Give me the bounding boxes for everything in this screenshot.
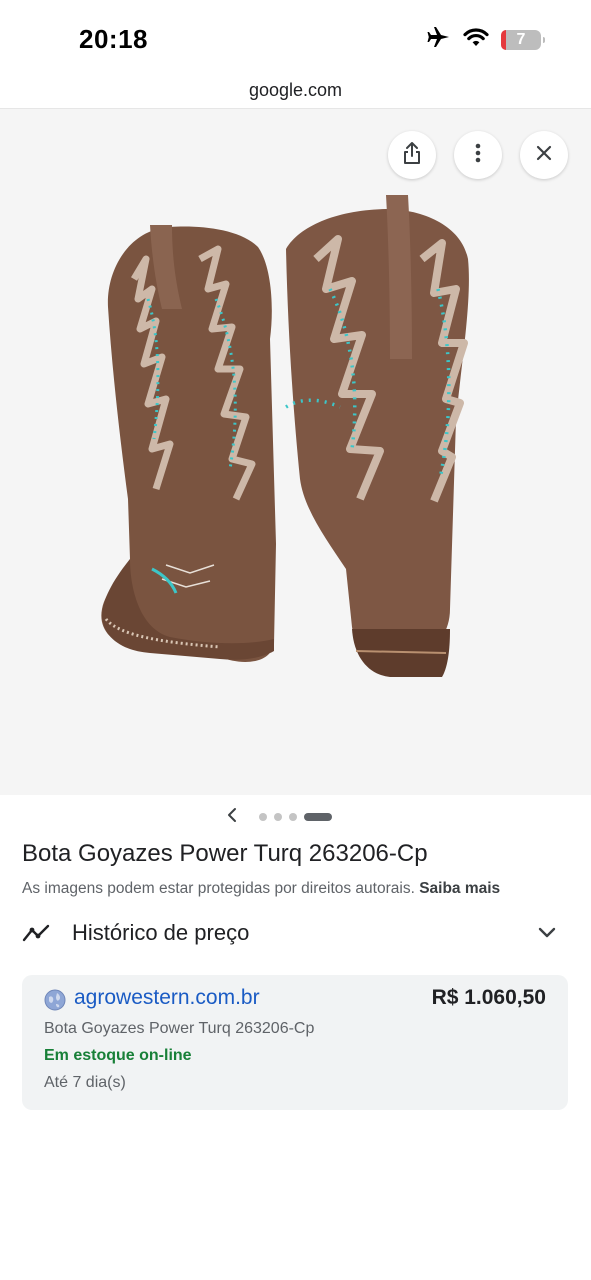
offer-card[interactable]: agrowestern.com.br R$ 1.060,50 Bota Goya… bbox=[22, 975, 568, 1110]
copyright-text: As imagens podem estar protegidas por di… bbox=[22, 880, 415, 897]
delivery-estimate: Até 7 dia(s) bbox=[44, 1074, 126, 1091]
carousel-dot[interactable] bbox=[274, 813, 282, 821]
airplane-icon bbox=[427, 26, 451, 53]
offer-price: R$ 1.060,50 bbox=[431, 986, 546, 1009]
copyright-notice: As imagens podem estar protegidas por di… bbox=[22, 880, 500, 898]
wifi-icon bbox=[463, 27, 489, 52]
more-icon bbox=[475, 143, 481, 168]
previous-image-button[interactable] bbox=[222, 806, 242, 828]
right-boot bbox=[285, 195, 469, 677]
chevron-down-icon[interactable] bbox=[536, 924, 558, 945]
url-bar[interactable]: google.com bbox=[0, 72, 591, 109]
product-title: Bota Goyazes Power Turq 263206-Cp bbox=[22, 840, 428, 867]
close-icon bbox=[536, 145, 552, 166]
chevron-left-icon bbox=[227, 807, 237, 828]
status-icons: 7 bbox=[427, 26, 545, 53]
carousel-dot[interactable] bbox=[259, 813, 267, 821]
globe-icon bbox=[44, 989, 66, 1016]
battery-level: 7 bbox=[516, 30, 526, 48]
status-bar: 20:18 7 bbox=[0, 0, 591, 72]
stock-status: Em estoque on-line bbox=[44, 1047, 192, 1064]
more-options-button[interactable] bbox=[454, 131, 502, 179]
learn-more-link[interactable]: Saiba mais bbox=[419, 880, 500, 897]
price-history-row[interactable]: Histórico de preço bbox=[0, 912, 591, 956]
share-icon bbox=[401, 141, 423, 170]
product-image[interactable] bbox=[90, 189, 470, 689]
carousel-dot-active[interactable] bbox=[304, 813, 332, 821]
merchant-link[interactable]: agrowestern.com.br bbox=[74, 986, 260, 1010]
carousel-dot[interactable] bbox=[289, 813, 297, 821]
trend-icon bbox=[22, 922, 50, 949]
left-boot bbox=[101, 225, 277, 662]
offer-product-name: Bota Goyazes Power Turq 263206-Cp bbox=[44, 1020, 315, 1037]
image-carousel-indicator bbox=[0, 806, 591, 828]
close-button[interactable] bbox=[520, 131, 568, 179]
image-viewer bbox=[0, 109, 591, 795]
price-history-label: Histórico de preço bbox=[72, 920, 250, 945]
battery-icon: 7 bbox=[501, 29, 545, 50]
share-button[interactable] bbox=[388, 131, 436, 179]
status-time: 20:18 bbox=[79, 24, 148, 54]
